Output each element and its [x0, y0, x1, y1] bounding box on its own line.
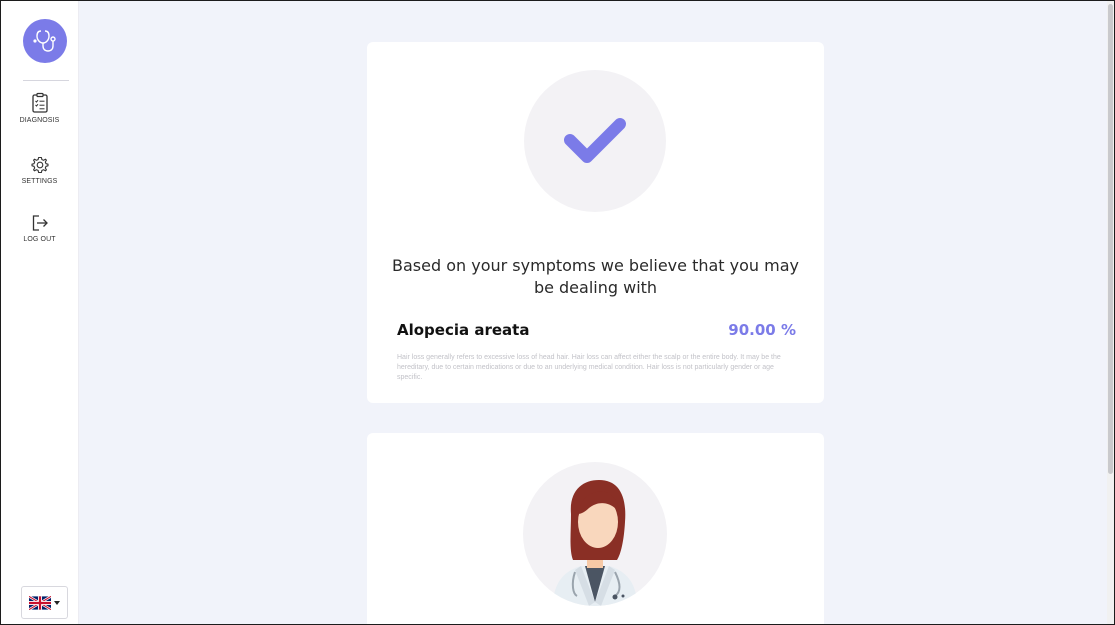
chevron-down-icon: [54, 600, 60, 605]
sidebar-item-diagnosis[interactable]: DIAGNOSIS: [1, 92, 78, 124]
app-window: DIAGNOSIS SETTINGS LOG OUT Based on your…: [0, 0, 1115, 625]
doctor-avatar-illustration: [553, 480, 637, 606]
doctor-avatar: [523, 462, 667, 606]
checkmark-icon: [564, 118, 626, 163]
sidebar-item-label: SETTINGS: [21, 178, 58, 185]
app-logo[interactable]: [23, 19, 67, 63]
result-heading: Based on your symptoms we believe that y…: [392, 256, 799, 297]
scrollbar[interactable]: [1107, 1, 1114, 624]
gear-icon: [30, 156, 49, 174]
sidebar-item-label: LOG OUT: [23, 236, 56, 243]
success-badge: [524, 70, 666, 212]
disease-name: Alopecia areata: [397, 321, 530, 339]
language-selector[interactable]: [21, 586, 68, 619]
sidebar: DIAGNOSIS SETTINGS LOG OUT: [1, 1, 79, 624]
disease-description: Hair loss generally refers to excessive …: [397, 354, 781, 381]
sidebar-item-label: DIAGNOSIS: [19, 117, 60, 124]
clipboard-checklist-icon: [31, 92, 48, 113]
diagnosis-result-card: Based on your symptoms we believe that y…: [367, 42, 824, 403]
disease-probability: 90.00 %: [728, 321, 796, 339]
sidebar-item-settings[interactable]: SETTINGS: [1, 155, 78, 185]
stethoscope-icon: [33, 30, 56, 52]
logout-icon: [32, 215, 48, 231]
uk-flag-icon: [29, 595, 51, 610]
sidebar-item-logout[interactable]: LOG OUT: [1, 213, 78, 243]
doctor-card: [367, 433, 824, 624]
sidebar-divider: [23, 80, 69, 81]
scrollbar-thumb[interactable]: [1108, 4, 1113, 474]
